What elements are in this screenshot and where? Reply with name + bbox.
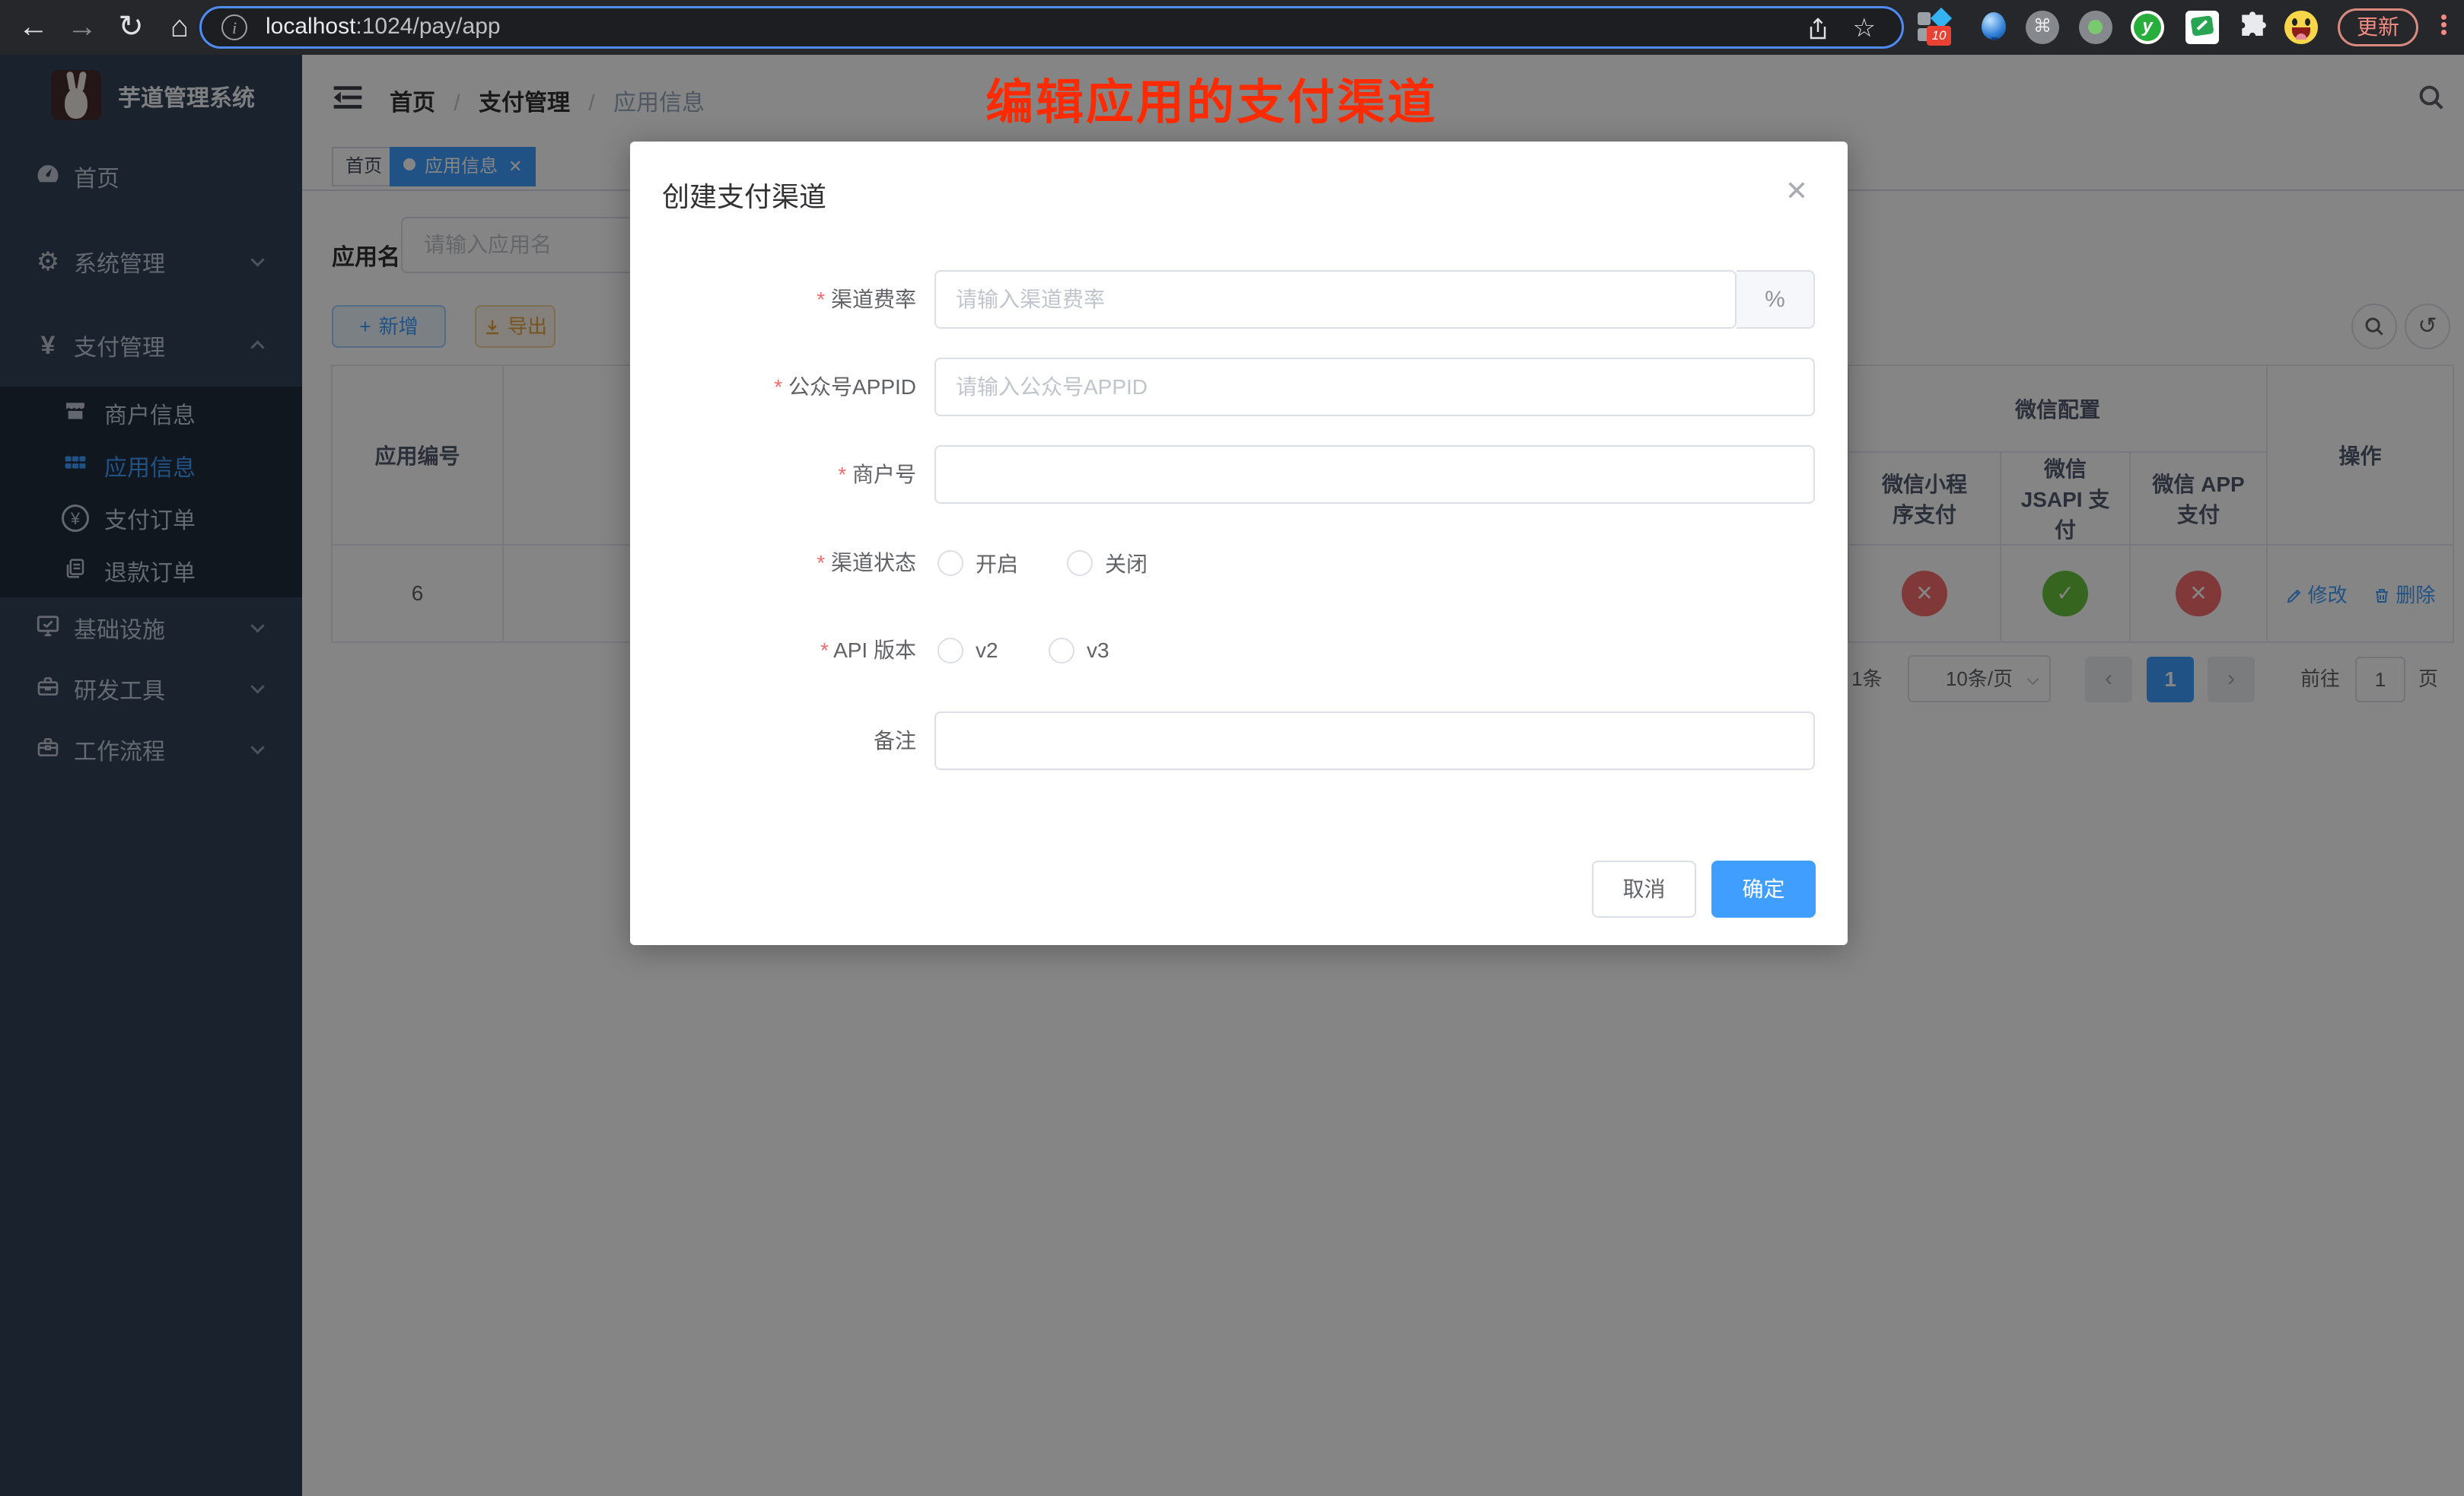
- radio-label: v3: [1087, 638, 1109, 663]
- radio-status-closed[interactable]: 关闭: [1067, 546, 1148, 580]
- radio-label: 关闭: [1105, 548, 1148, 578]
- address-bar[interactable]: i localhost:1024/pay/app ☆: [199, 6, 1904, 49]
- field-label-merchant: 商户号: [642, 445, 916, 504]
- appid-input[interactable]: [934, 358, 1815, 416]
- profile-avatar-icon[interactable]: [2284, 11, 2318, 44]
- extensions-puzzle-icon[interactable]: [2236, 11, 2269, 44]
- cancel-button[interactable]: 取消: [1592, 861, 1696, 918]
- reload-icon[interactable]: ↻: [108, 0, 154, 55]
- create-payment-channel-dialog: 创建支付渠道 ✕ 渠道费率 % 公众号APPID 商户号 渠道状态 开启 关闭 …: [630, 142, 1848, 945]
- field-label-rate: 渠道费率: [642, 270, 916, 329]
- home-icon[interactable]: ⌂: [157, 0, 202, 55]
- extension-badge: 10: [1927, 26, 1951, 46]
- percent-suffix: %: [1737, 270, 1815, 329]
- share-icon[interactable]: [1807, 18, 1829, 40]
- field-label-appid: 公众号APPID: [642, 358, 916, 416]
- radio-circle-icon: [1049, 638, 1074, 664]
- radio-circle-icon: [938, 638, 963, 664]
- dialog-title: 创建支付渠道: [662, 175, 826, 215]
- bookmark-star-icon[interactable]: ☆: [1853, 13, 1876, 43]
- url-path: :1024/pay/app: [355, 14, 500, 39]
- site-info-icon[interactable]: i: [221, 14, 247, 40]
- field-label-remark: 备注: [642, 711, 916, 770]
- field-label-status: 渠道状态: [642, 546, 916, 580]
- channel-rate-input[interactable]: [934, 270, 1737, 329]
- chrome-update-button[interactable]: 更新: [2338, 8, 2418, 46]
- remark-input[interactable]: [934, 711, 1815, 770]
- field-label-api-version: API 版本: [642, 634, 916, 667]
- extension-dot-icon[interactable]: [2079, 11, 2112, 44]
- browser-menu-icon[interactable]: [2441, 12, 2447, 37]
- radio-api-v3[interactable]: v3: [1049, 634, 1109, 667]
- extension-chat-icon[interactable]: [2185, 11, 2219, 44]
- confirm-button[interactable]: 确定: [1711, 861, 1816, 918]
- dialog-close-icon[interactable]: ✕: [1785, 175, 1808, 207]
- browser-toolbar: ← → ↻ ⌂ i localhost:1024/pay/app ☆ 10 ⌘ …: [0, 0, 2464, 55]
- merchant-id-input[interactable]: [934, 445, 1815, 504]
- extension-balloon-icon[interactable]: [1979, 11, 2012, 44]
- url-text[interactable]: localhost:1024/pay/app: [266, 14, 501, 40]
- annotation-text: 编辑应用的支付渠道: [985, 64, 1437, 133]
- extension-command-icon[interactable]: ⌘: [2026, 11, 2059, 44]
- radio-status-open[interactable]: 开启: [938, 546, 1018, 580]
- url-host: localhost: [266, 14, 355, 39]
- extension-y-icon[interactable]: y: [2131, 11, 2164, 44]
- back-icon[interactable]: ←: [11, 0, 56, 55]
- extension-tabs-icon[interactable]: 10: [1918, 11, 1951, 44]
- radio-label: 开启: [976, 548, 1018, 578]
- page-viewport: 芋道管理系统 首页 ⚙ 系统管理 ¥ 支付管理 商户信息 应用信息 ¥: [0, 55, 2464, 1496]
- radio-circle-icon: [938, 550, 963, 576]
- forward-icon[interactable]: →: [59, 0, 105, 55]
- radio-api-v2[interactable]: v2: [938, 634, 998, 667]
- radio-circle-icon: [1067, 550, 1093, 576]
- radio-label: v2: [976, 638, 998, 663]
